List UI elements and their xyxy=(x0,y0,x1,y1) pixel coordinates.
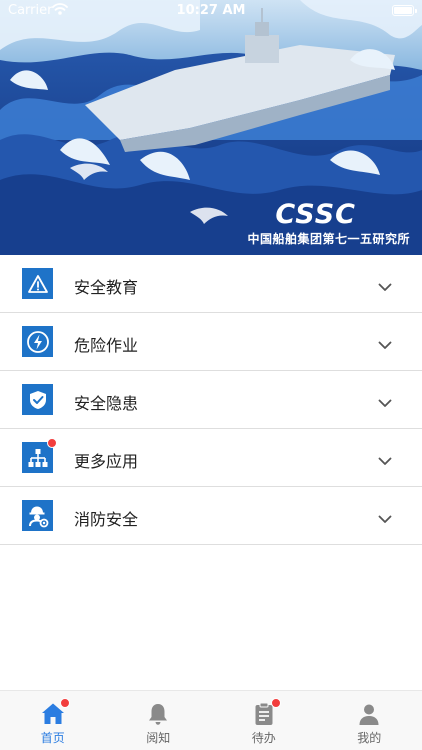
clock-time: 10:27 AM xyxy=(176,3,246,18)
menu-item-label: 更多应用 xyxy=(74,452,139,471)
menu-item-label: 危险作业 xyxy=(74,336,139,355)
app-screen: CSSC 中国船舶集团第七一五研究所 Carrier 10:27 AM 安全教育… xyxy=(0,0,422,750)
tab-todo[interactable]: 待办 xyxy=(211,691,317,750)
aircraft-carrier-illustration xyxy=(0,0,422,255)
menu-item-more-apps[interactable]: 更多应用 xyxy=(0,429,422,487)
notification-badge xyxy=(60,698,70,708)
firefighter-gear-icon xyxy=(22,500,53,531)
lightning-hazard-icon xyxy=(22,326,53,357)
chevron-down-icon xyxy=(378,335,392,354)
notification-badge xyxy=(47,438,57,448)
chevron-down-icon xyxy=(378,277,392,296)
shield-check-icon xyxy=(22,384,53,415)
menu-item-safety-education[interactable]: 安全教育 xyxy=(0,255,422,313)
menu-item-label: 安全隐患 xyxy=(74,394,139,413)
tab-mine[interactable]: 我的 xyxy=(317,691,422,750)
status-bar: Carrier 10:27 AM xyxy=(0,0,422,22)
chevron-down-icon xyxy=(378,451,392,470)
tab-label: 首页 xyxy=(40,731,65,745)
cssc-logo: CSSC xyxy=(275,199,356,230)
warning-triangle-icon xyxy=(22,268,53,299)
menu-item-hazardous-work[interactable]: 危险作业 xyxy=(0,313,422,371)
tab-label: 待办 xyxy=(251,731,276,745)
tab-read-notices[interactable]: 阅知 xyxy=(106,691,212,750)
menu-item-safety-hazards[interactable]: 安全隐患 xyxy=(0,371,422,429)
banner-caption: 中国船舶集团第七一五研究所 xyxy=(247,232,410,246)
person-icon xyxy=(356,701,382,727)
menu-list: 安全教育 危险作业 安全隐患 更多应用 消防安全 xyxy=(0,255,422,545)
battery-icon xyxy=(392,5,417,16)
menu-item-label: 安全教育 xyxy=(74,278,139,297)
tab-home[interactable]: 首页 xyxy=(0,691,106,750)
tab-label: 我的 xyxy=(357,731,382,745)
notification-badge xyxy=(271,698,281,708)
chevron-down-icon xyxy=(378,509,392,528)
chevron-down-icon xyxy=(378,393,392,412)
menu-item-label: 消防安全 xyxy=(74,510,139,529)
bell-icon xyxy=(145,701,171,727)
banner-image: CSSC 中国船舶集团第七一五研究所 xyxy=(0,0,422,255)
tab-label: 阅知 xyxy=(146,731,171,745)
menu-item-fire-safety[interactable]: 消防安全 xyxy=(0,487,422,545)
bottom-tab-bar: 首页 阅知 待办 我的 xyxy=(0,690,422,750)
